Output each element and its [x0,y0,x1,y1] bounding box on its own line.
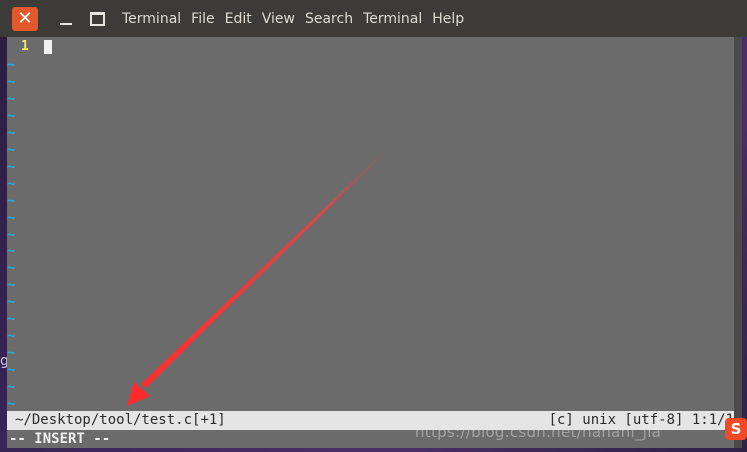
watermark: https://blog.csdn.net/hanani_jia [415,423,662,441]
sogou-input-icon[interactable]: S [725,418,747,440]
arrow-shaft [141,150,386,388]
annotation-arrow [127,150,386,406]
